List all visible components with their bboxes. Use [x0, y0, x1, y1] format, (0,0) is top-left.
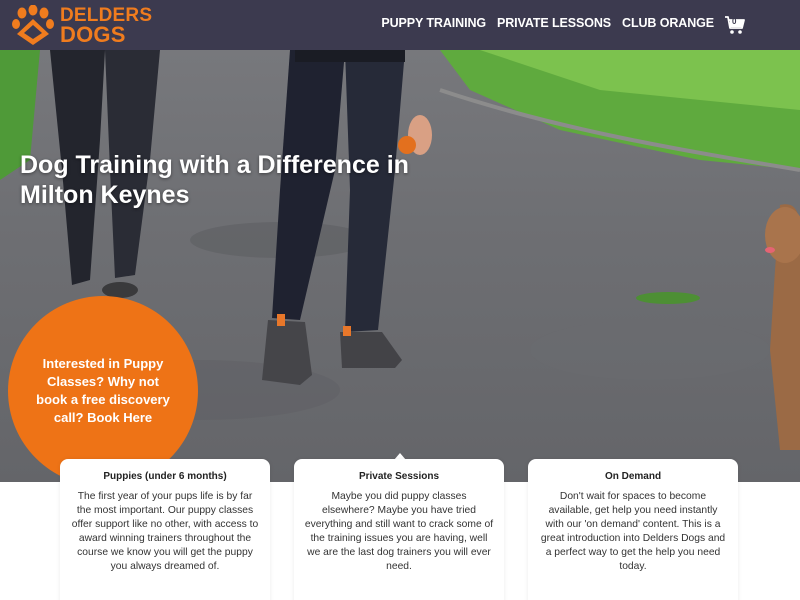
cta-text: Interested in Puppy Classes? Why not boo… [36, 356, 170, 425]
main-nav: PUPPY TRAINING PRIVATE LESSONS CLUB ORAN… [381, 16, 714, 30]
card-title: On Demand [604, 471, 662, 482]
paw-icon [12, 5, 54, 45]
nav-puppy-training[interactable]: PUPPY TRAINING [381, 16, 486, 30]
card-body: Maybe you did puppy classes elsewhere? M… [304, 491, 494, 572]
card-puppies[interactable]: Puppies (under 6 months) The first year … [60, 459, 270, 600]
cart-count: 0 [732, 17, 737, 26]
card-private-sessions[interactable]: Private Sessions Maybe you did puppy cla… [294, 459, 504, 600]
logo[interactable]: DELDERS DOGS [12, 5, 160, 47]
logo-line-2: DOGS [60, 22, 126, 47]
card-body: The first year of your pups life is by f… [71, 491, 259, 572]
logo-text: DELDERS DOGS [60, 6, 152, 47]
hero-title: Dog Training with a Difference in Milton… [20, 151, 409, 209]
book-discovery-call-button[interactable]: Interested in Puppy Classes? Why not boo… [8, 296, 198, 486]
nav-club-orange[interactable]: CLUB ORANGE [622, 16, 714, 30]
card-body: Don't wait for spaces to become availabl… [540, 491, 726, 572]
card-title: Puppies (under 6 months) [103, 471, 227, 482]
card-title: Private Sessions [358, 471, 440, 482]
site-header: DELDERS DOGS PUPPY TRAINING PRIVATE LESS… [0, 0, 800, 50]
cart-button[interactable]: 0 [724, 14, 746, 36]
nav-private-lessons[interactable]: PRIVATE LESSONS [497, 16, 611, 30]
card-on-demand[interactable]: On Demand Don't wait for spaces to becom… [528, 459, 738, 600]
